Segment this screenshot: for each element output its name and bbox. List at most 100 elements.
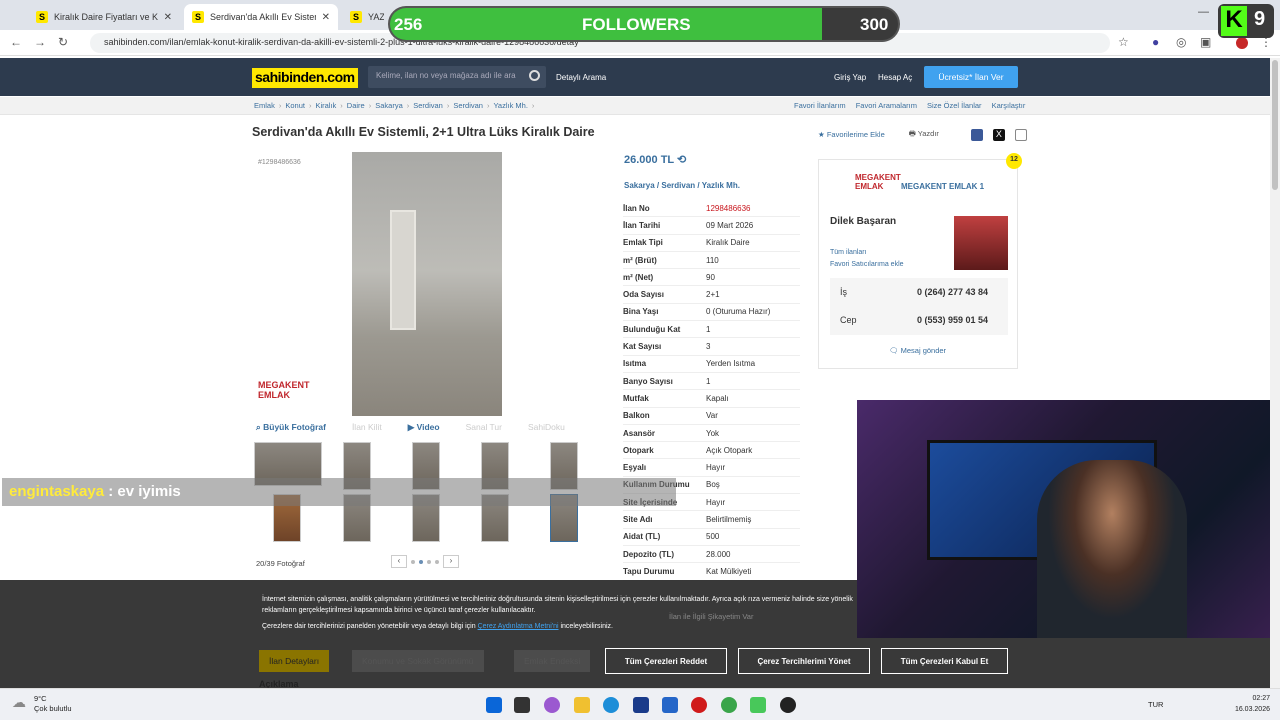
file-explorer-icon[interactable] (574, 697, 590, 713)
copilot-icon[interactable] (544, 697, 560, 713)
location-district[interactable]: Serdivan (661, 181, 695, 190)
browser-tab-1[interactable]: S Kiralık Daire Fiyatları ve Kiralık E ✕ (28, 4, 180, 30)
extension-icon[interactable]: ● (1152, 35, 1159, 49)
details-row: İlan Tarihi 09 Mart 2026 (623, 217, 800, 235)
close-tab-icon[interactable]: ✕ (164, 12, 172, 23)
breadcrumb-item[interactable]: Serdivan (453, 101, 483, 110)
login-link[interactable]: Giriş Yap (834, 73, 866, 82)
pager-dot[interactable] (435, 559, 439, 564)
listing-actions: ★ Favorilerime Ekle 🖶 Yazdır X (818, 128, 1027, 141)
quick-link[interactable]: Favori Aramalarım (856, 101, 917, 110)
profile-avatar[interactable] (1236, 37, 1248, 49)
tab-listing-details[interactable]: İlan Detayları (259, 650, 330, 672)
free-listing-button[interactable]: Ücretsiz* İlan Ver (924, 66, 1018, 88)
details-row: Kat Sayısı 3 (623, 338, 800, 356)
tab-real-estate-index[interactable]: Emlak Endeksi (514, 650, 591, 672)
listing-lock-button: İlan Kilit (351, 422, 382, 432)
breadcrumb-separator: › (278, 101, 282, 110)
breadcrumb-item[interactable]: Konut (285, 101, 305, 110)
reload-icon[interactable]: ↻ (58, 35, 68, 49)
opera-icon[interactable] (691, 697, 707, 713)
close-tab-icon[interactable]: ✕ (322, 12, 330, 23)
tab-location[interactable]: Konumu ve Sokak Görünümü (352, 650, 484, 672)
back-icon[interactable]: ← (10, 35, 22, 49)
breadcrumb-item[interactable]: Kiralık (315, 101, 336, 110)
breadcrumb-item[interactable]: Serdivan (413, 101, 443, 110)
bookmark-star-icon[interactable]: ☆ (1118, 35, 1129, 49)
facebook-share-icon[interactable] (970, 128, 983, 141)
email-share-icon[interactable] (1014, 128, 1027, 141)
detailed-search-link[interactable]: Detaylı Arama (556, 73, 606, 82)
obs-icon[interactable] (780, 697, 796, 713)
manage-cookies-button[interactable]: Çerez Tercihlerimi Yönet (738, 648, 870, 674)
edge-icon[interactable] (603, 697, 619, 713)
details-row: m² (Net) 90 (623, 269, 800, 287)
breadcrumb-item[interactable]: Emlak (254, 101, 275, 110)
search-taskbar-icon[interactable] (514, 697, 530, 713)
pager-dot-active[interactable] (419, 559, 423, 564)
all-listings-link[interactable]: Tüm ilanları (830, 249, 867, 256)
details-row: Isıtma Yerden Isıtma (623, 356, 800, 373)
search-input[interactable]: Kelime, ilan no veya mağaza adı ile ara (368, 66, 546, 88)
details-row: Balkon Var (623, 408, 800, 425)
cookie-policy-link[interactable]: Çerez Aydınlatma Metni'ni (478, 623, 559, 630)
weather-widget[interactable]: ☁ 9°C Çok bulutlu (12, 694, 72, 714)
details-row: Eşyalı Hayır (623, 459, 800, 477)
details-key: Eşyalı (623, 463, 647, 473)
send-message-link[interactable]: 🗨 Mesaj gönder (889, 346, 946, 355)
browser-tab-3[interactable]: S YAZL (342, 4, 392, 30)
accept-cookies-button[interactable]: Tüm Çerezleri Kabul Et (881, 648, 1008, 674)
breadcrumb-item[interactable]: Yazlık Mh. (493, 101, 527, 110)
app-icon[interactable] (662, 697, 678, 713)
breadcrumb-separator: › (340, 101, 343, 110)
input-language[interactable]: TUR (1148, 700, 1163, 709)
phone-mobile[interactable]: 0 (553) 959 01 54 (917, 315, 988, 325)
kick-app-icon[interactable] (750, 697, 766, 713)
video-button[interactable]: ▶ Video (408, 422, 440, 433)
star-icon: ★ (818, 130, 827, 139)
sahibinden-logo[interactable]: sahibinden.com (252, 68, 358, 88)
breadcrumb-item[interactable]: Daire (347, 101, 365, 110)
next-page-button[interactable]: › (443, 555, 459, 568)
quick-link[interactable]: Karşılaştır (992, 101, 1026, 110)
pager-dot[interactable] (427, 559, 431, 564)
followers-goal: 300 (860, 15, 889, 34)
browser-tab-2[interactable]: S Serdivan'da Akıllı Ev Sistemli, 2+ ✕ (184, 4, 338, 30)
large-photo-button[interactable]: ⌕ Büyük Fotoğraf (256, 422, 326, 433)
x-share-icon[interactable]: X (992, 128, 1005, 141)
minimize-icon[interactable]: — (1198, 6, 1209, 18)
main-photo[interactable] (352, 152, 502, 416)
store-name[interactable]: MEGAKENT EMLAK 1 (901, 182, 984, 191)
prev-page-button[interactable]: ‹ (391, 555, 407, 568)
favorite-seller-link[interactable]: Favori Satıcılarıma ekle (830, 261, 904, 268)
details-value: 2+1 (706, 290, 720, 300)
quick-link[interactable]: Size Özel İlanlar (927, 101, 982, 110)
print-link[interactable]: 🖶 Yazdır (909, 128, 939, 141)
search-icon[interactable] (529, 70, 540, 81)
reject-cookies-button[interactable]: Tüm Çerezleri Reddet (605, 648, 727, 674)
megakent-logo[interactable]: MEGAKENT EMLAK (855, 173, 901, 191)
extensions-puzzle-icon[interactable]: ▣ (1200, 35, 1211, 49)
quick-link[interactable]: Favori İlanlarım (794, 101, 846, 110)
cookie-text-post: inceleyebilirsiniz. (560, 623, 614, 630)
breadcrumb-item[interactable]: Sakarya (375, 101, 403, 110)
tab-title: Kiralık Daire Fiyatları ve Kiralık E (54, 12, 158, 22)
windows-start-icon[interactable] (486, 697, 502, 713)
scrollbar-thumb[interactable] (1272, 60, 1278, 190)
location-neighborhood[interactable]: Yazlık Mh. (702, 181, 740, 190)
extension-icon[interactable]: ◎ (1176, 35, 1186, 49)
page-scrollbar[interactable] (1270, 58, 1280, 688)
register-link[interactable]: Hesap Aç (878, 73, 912, 82)
add-favorite-link[interactable]: ★ Favorilerime Ekle (818, 130, 885, 139)
store-icon[interactable] (633, 697, 649, 713)
pager-dot[interactable] (411, 559, 415, 564)
system-clock[interactable]: 02:27 16.03.2026 (1235, 693, 1270, 715)
price-history-icon[interactable]: ⟲ (677, 154, 686, 166)
report-link[interactable]: İlan ile İlgili Şikayetim Var (669, 612, 753, 621)
forward-icon[interactable]: → (34, 35, 46, 49)
cookie-text: İnternet sitemizin çalışması, analitik ç… (262, 596, 853, 614)
photo-count: 20/39 Fotoğraf (256, 559, 305, 568)
location-city[interactable]: Sakarya (624, 181, 655, 190)
phone-work[interactable]: 0 (264) 277 43 84 (917, 287, 988, 297)
chrome-icon[interactable] (721, 697, 737, 713)
